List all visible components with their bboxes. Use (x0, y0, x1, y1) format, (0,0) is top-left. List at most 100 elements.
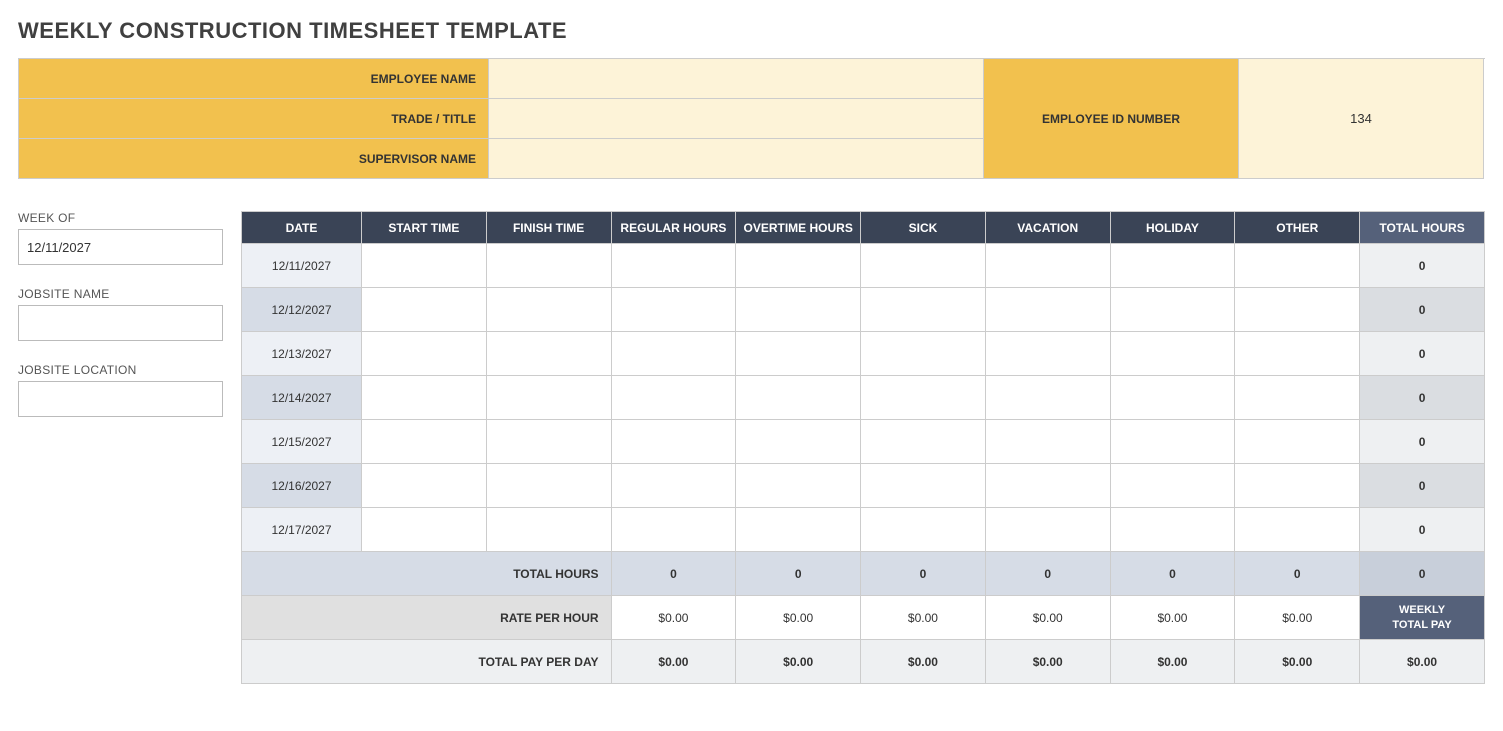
cell-holiday[interactable] (1110, 376, 1235, 420)
cell-other[interactable] (1235, 508, 1360, 552)
sidebar: WEEK OF 12/11/2027 JOBSITE NAME JOBSITE … (18, 211, 223, 439)
cell-vacation[interactable] (985, 420, 1110, 464)
cell-regular[interactable] (611, 332, 736, 376)
cell-vacation[interactable] (985, 508, 1110, 552)
th-sick: SICK (861, 212, 986, 244)
cell-holiday[interactable] (1110, 508, 1235, 552)
cell-overtime[interactable] (736, 332, 861, 376)
cell-date: 12/17/2027 (242, 508, 362, 552)
cell-other[interactable] (1235, 332, 1360, 376)
cell-finish[interactable] (486, 420, 611, 464)
cell-total: 0 (1360, 244, 1485, 288)
cell-start[interactable] (362, 420, 487, 464)
table-row: 12/15/20270 (242, 420, 1485, 464)
cell-finish[interactable] (486, 508, 611, 552)
cell-sick[interactable] (861, 376, 986, 420)
rate-other[interactable]: $0.00 (1235, 596, 1360, 640)
cell-overtime[interactable] (736, 508, 861, 552)
cell-overtime[interactable] (736, 420, 861, 464)
cell-total: 0 (1360, 376, 1485, 420)
cell-finish[interactable] (486, 376, 611, 420)
cell-regular[interactable] (611, 464, 736, 508)
cell-finish[interactable] (486, 288, 611, 332)
cell-overtime[interactable] (736, 376, 861, 420)
cell-total: 0 (1360, 420, 1485, 464)
cell-overtime[interactable] (736, 464, 861, 508)
cell-vacation[interactable] (985, 332, 1110, 376)
cell-finish[interactable] (486, 332, 611, 376)
th-start: START TIME (362, 212, 487, 244)
cell-other[interactable] (1235, 464, 1360, 508)
total-hours-label: TOTAL HOURS (242, 552, 612, 596)
cell-vacation[interactable] (985, 376, 1110, 420)
total-pay-label: TOTAL PAY PER DAY (242, 640, 612, 684)
row-total-pay-per-day: TOTAL PAY PER DAY $0.00 $0.00 $0.00 $0.0… (242, 640, 1485, 684)
rate-vacation[interactable]: $0.00 (985, 596, 1110, 640)
cell-regular[interactable] (611, 244, 736, 288)
cell-vacation[interactable] (985, 288, 1110, 332)
cell-sick[interactable] (861, 508, 986, 552)
employee-name-value[interactable] (489, 59, 984, 99)
cell-sick[interactable] (861, 288, 986, 332)
total-hours-overtime: 0 (736, 552, 861, 596)
cell-sick[interactable] (861, 464, 986, 508)
cell-other[interactable] (1235, 244, 1360, 288)
table-row: 12/16/20270 (242, 464, 1485, 508)
jobsite-location-label: JOBSITE LOCATION (18, 363, 223, 377)
cell-regular[interactable] (611, 288, 736, 332)
cell-holiday[interactable] (1110, 464, 1235, 508)
cell-regular[interactable] (611, 508, 736, 552)
cell-start[interactable] (362, 244, 487, 288)
supervisor-name-label: SUPERVISOR NAME (19, 139, 489, 179)
cell-other[interactable] (1235, 376, 1360, 420)
timesheet-table: DATE START TIME FINISH TIME REGULAR HOUR… (241, 211, 1485, 684)
cell-vacation[interactable] (985, 244, 1110, 288)
cell-overtime[interactable] (736, 288, 861, 332)
table-row: 12/11/20270 (242, 244, 1485, 288)
table-row: 12/12/20270 (242, 288, 1485, 332)
cell-finish[interactable] (486, 464, 611, 508)
cell-overtime[interactable] (736, 244, 861, 288)
jobsite-location-input[interactable] (18, 381, 223, 417)
cell-start[interactable] (362, 464, 487, 508)
employee-name-label: EMPLOYEE NAME (19, 59, 489, 99)
cell-start[interactable] (362, 508, 487, 552)
cell-finish[interactable] (486, 244, 611, 288)
th-other: OTHER (1235, 212, 1360, 244)
cell-regular[interactable] (611, 420, 736, 464)
rate-holiday[interactable]: $0.00 (1110, 596, 1235, 640)
cell-holiday[interactable] (1110, 420, 1235, 464)
total-hours-holiday: 0 (1110, 552, 1235, 596)
pay-overtime: $0.00 (736, 640, 861, 684)
rate-regular[interactable]: $0.00 (611, 596, 736, 640)
cell-total: 0 (1360, 508, 1485, 552)
cell-date: 12/13/2027 (242, 332, 362, 376)
th-overtime: OVERTIME HOURS (736, 212, 861, 244)
cell-holiday[interactable] (1110, 288, 1235, 332)
rate-sick[interactable]: $0.00 (861, 596, 986, 640)
jobsite-name-input[interactable] (18, 305, 223, 341)
cell-vacation[interactable] (985, 464, 1110, 508)
cell-other[interactable] (1235, 420, 1360, 464)
employee-id-value[interactable]: 134 (1239, 59, 1484, 179)
cell-regular[interactable] (611, 376, 736, 420)
page-title: WEEKLY CONSTRUCTION TIMESHEET TEMPLATE (18, 18, 1485, 44)
cell-start[interactable] (362, 332, 487, 376)
supervisor-name-value[interactable] (489, 139, 984, 179)
row-rate-per-hour: RATE PER HOUR $0.00 $0.00 $0.00 $0.00 $0… (242, 596, 1485, 640)
cell-sick[interactable] (861, 332, 986, 376)
cell-sick[interactable] (861, 420, 986, 464)
cell-sick[interactable] (861, 244, 986, 288)
th-finish: FINISH TIME (486, 212, 611, 244)
week-of-input[interactable]: 12/11/2027 (18, 229, 223, 265)
trade-title-label: TRADE / TITLE (19, 99, 489, 139)
pay-vacation: $0.00 (985, 640, 1110, 684)
cell-start[interactable] (362, 376, 487, 420)
rate-overtime[interactable]: $0.00 (736, 596, 861, 640)
cell-holiday[interactable] (1110, 244, 1235, 288)
cell-start[interactable] (362, 288, 487, 332)
table-row: 12/14/20270 (242, 376, 1485, 420)
trade-title-value[interactable] (489, 99, 984, 139)
cell-holiday[interactable] (1110, 332, 1235, 376)
cell-other[interactable] (1235, 288, 1360, 332)
